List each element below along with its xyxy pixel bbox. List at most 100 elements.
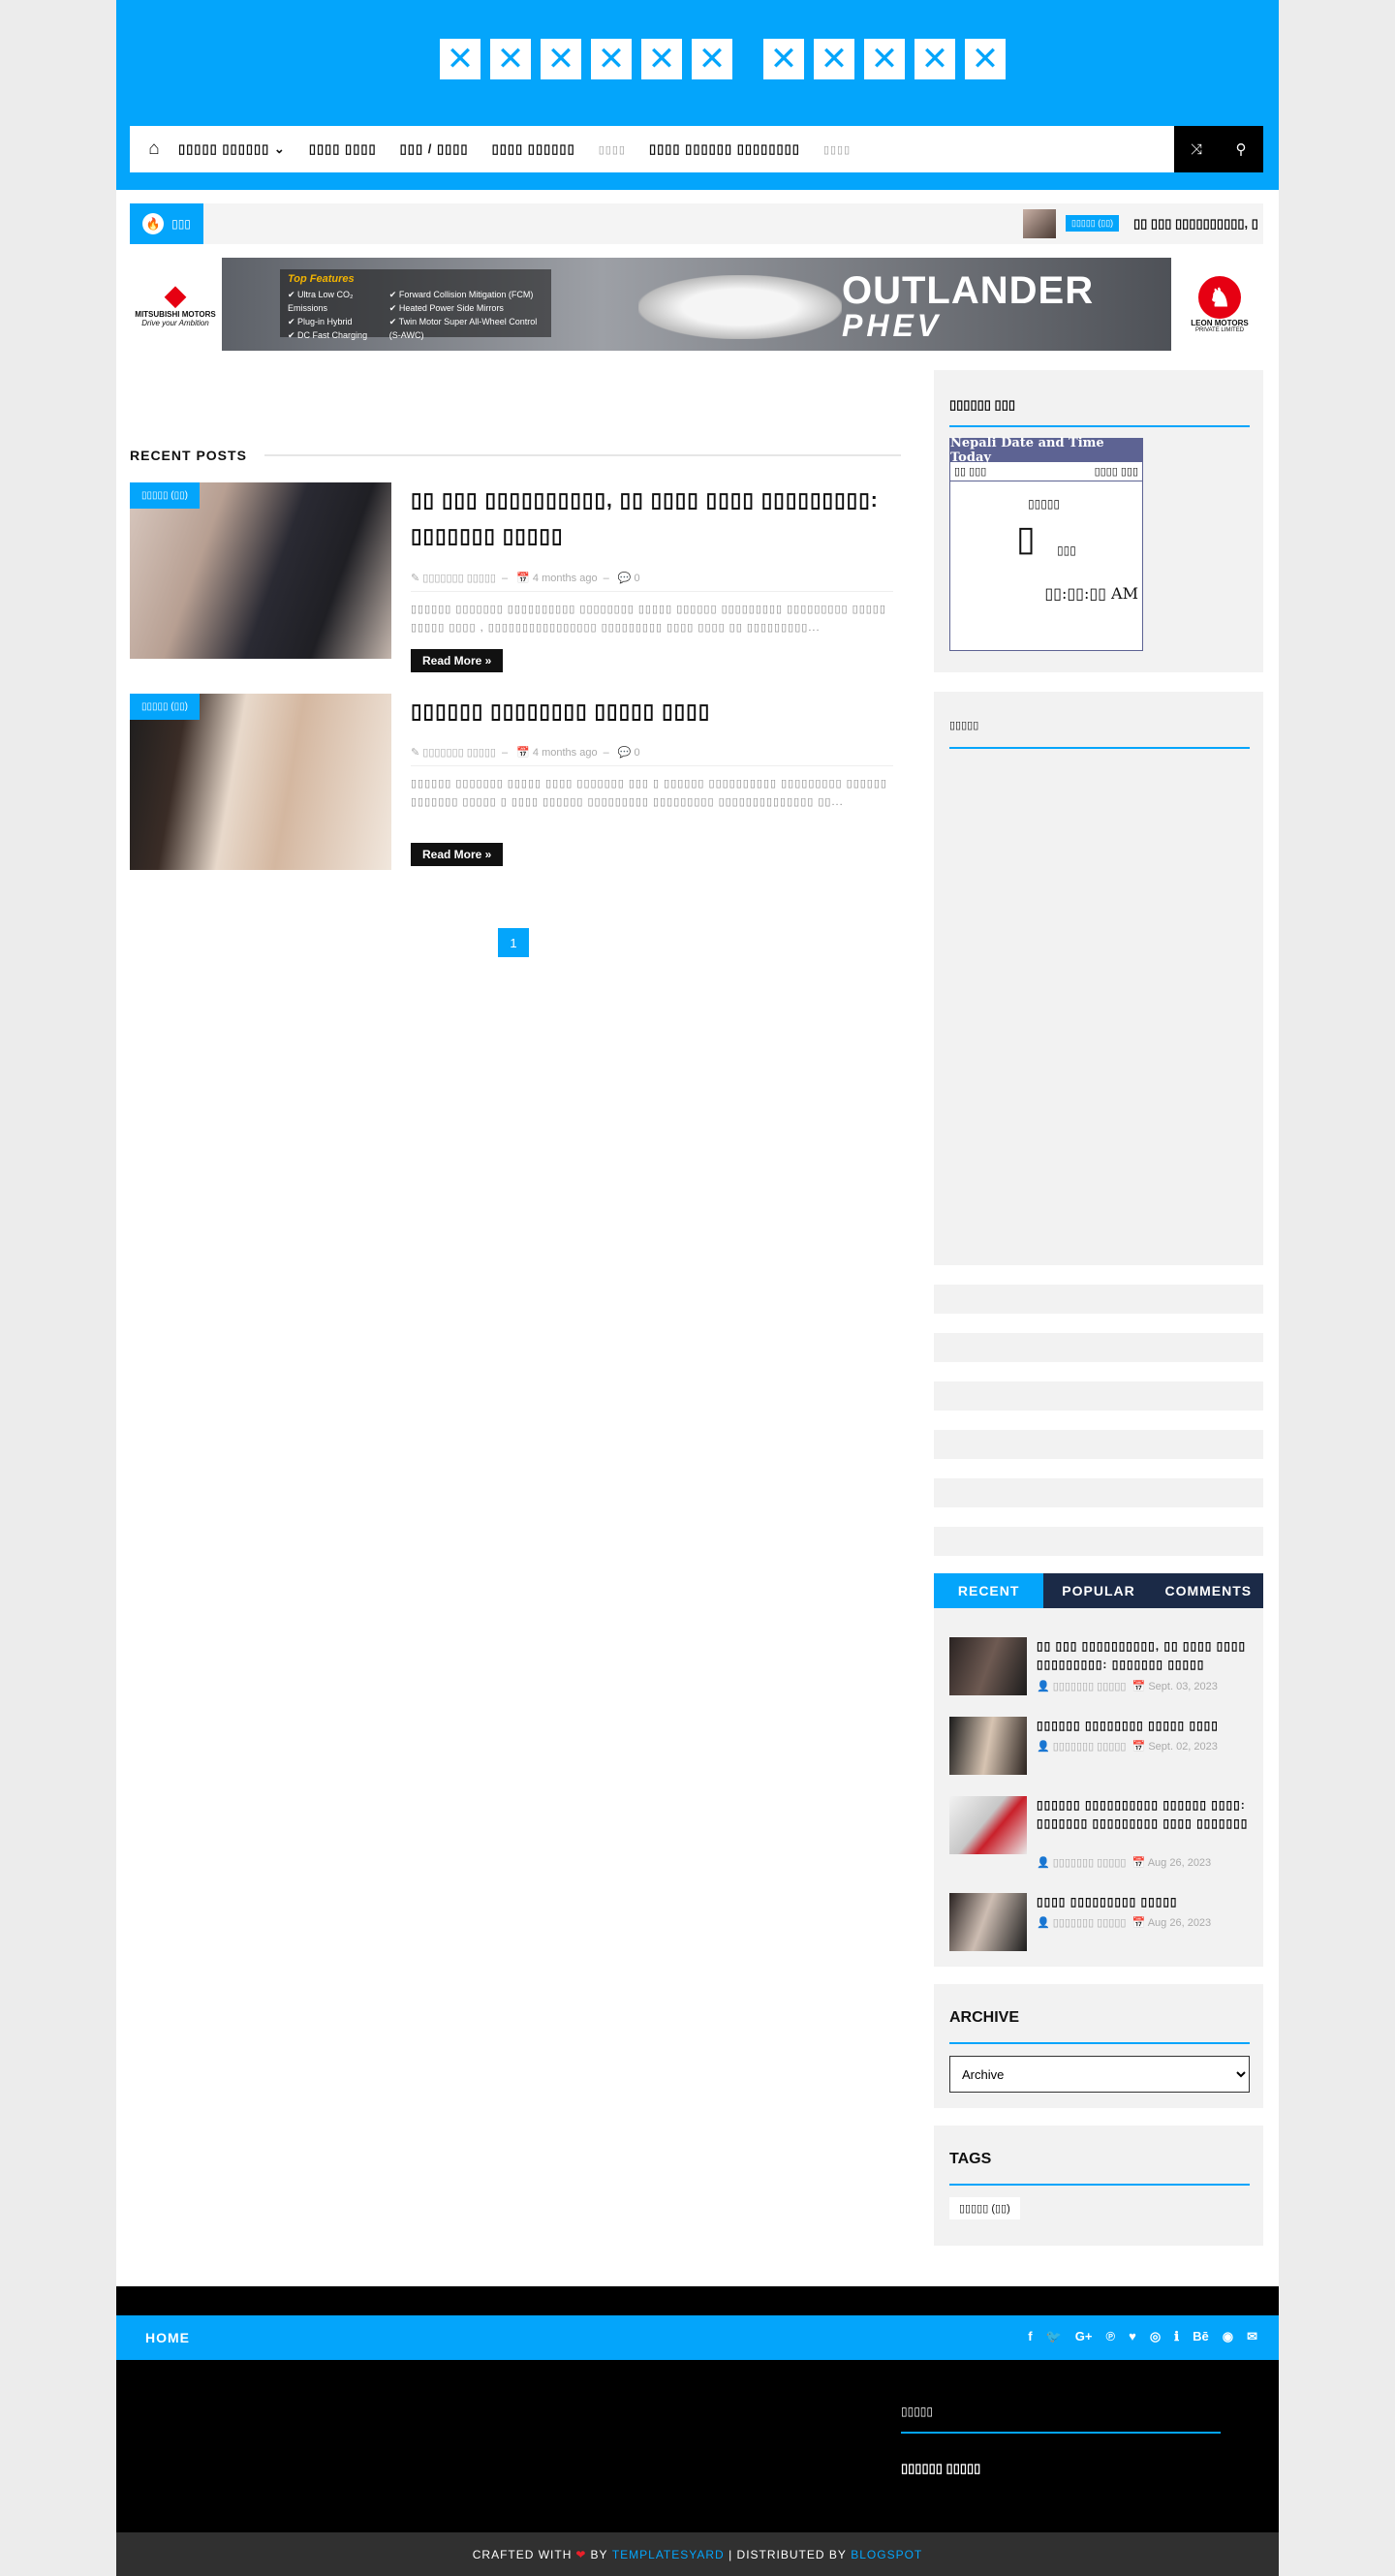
logo-glyph: ✕ [440, 39, 480, 79]
post-title[interactable]: ▯▯▯▯▯▯ ▯▯▯▯▯▯▯▯ ▯▯▯▯▯ ▯▯▯▯ [411, 694, 895, 729]
logo-glyph: ✕ [965, 39, 1006, 79]
dt-month: ▯▯▯ [1057, 543, 1076, 557]
logo-glyph: ✕ [591, 39, 632, 79]
nav-item[interactable]: ▯▯▯▯ ▯▯▯▯ [309, 141, 377, 157]
site-logo[interactable]: ✕ ✕ ✕ ✕ ✕ ✕ ✕ ✕ ✕ ✕ ✕ [440, 39, 1006, 81]
by-text: BY [590, 2547, 608, 2561]
templatesyard-link[interactable]: TEMPLATESYARD [612, 2548, 725, 2561]
post-category[interactable]: ▯▯▯▯▯ (▯▯) [130, 694, 200, 720]
header: ✕ ✕ ✕ ✕ ✕ ✕ ✕ ✕ ✕ ✕ ✕ ⌂ ▯▯▯▯▯ ▯▯▯▯▯▯ ⌄ ▯▯▯▯ ▯▯▯▯ ▯▯▯… [116, 0, 1279, 190]
home-icon[interactable]: ⌂ [130, 126, 178, 172]
lion-icon: ♞ [1198, 275, 1241, 319]
archive-select[interactable]: Archive [949, 2056, 1250, 2093]
widget-underline [949, 425, 1250, 427]
tab-recent[interactable]: RECENT [934, 1573, 1044, 1608]
widget-underline [949, 2042, 1250, 2044]
ticker-category[interactable]: ▯▯▯▯▯ (▯▯) [1066, 215, 1120, 232]
nav-item[interactable]: ▯▯▯▯ ▯▯▯▯▯▯ ▯▯▯▯▯▯▯▯ [649, 141, 800, 157]
copyright-bar: CRAFTED WITH ❤ BY TEMPLATESYARD | DISTRI… [116, 2532, 1279, 2576]
dt-row: ▯▯ ▯▯▯ ▯▯▯▯ ▯▯▯ [950, 462, 1142, 481]
ticker-headline[interactable]: ▯▯ ▯▯▯ ▯▯▯▯▯▯▯▯▯▯, ▯ [1133, 216, 1263, 232]
nav-item[interactable]: ▯▯▯▯ [823, 143, 851, 156]
empty-widget [934, 1333, 1263, 1362]
recent-title[interactable]: ▯▯▯▯▯▯ ▯▯▯▯▯▯▯▯ ▯▯▯▯▯ ▯▯▯▯ [1037, 1717, 1250, 1735]
social-icon[interactable]: ℗ [1106, 2329, 1116, 2344]
post-author[interactable]: ✎ ▯▯▯▯▯▯▯ ▯▯▯▯▯ [411, 573, 496, 584]
recent-title[interactable]: ▯▯ ▯▯▯ ▯▯▯▯▯▯▯▯▯▯, ▯▯ ▯▯▯▯ ▯▯▯▯ ▯▯▯▯▯▯▯▯… [1037, 1637, 1250, 1674]
logo-glyph: ✕ [541, 39, 581, 79]
outlander-banner: Top Features ✔ Ultra Low CO₂ Emissions ✔ … [222, 258, 1171, 351]
recent-date: 📅 Sept. 03, 2023 [1132, 1681, 1218, 1692]
post-comments[interactable]: 💬 0 [618, 747, 640, 759]
logo-glyph: ✕ [490, 39, 531, 79]
recent-thumbnail[interactable] [949, 1637, 1027, 1695]
recent-list: ▯▯ ▯▯▯ ▯▯▯▯▯▯▯▯▯▯, ▯▯ ▯▯▯▯ ▯▯▯▯ ▯▯▯▯▯▯▯▯… [934, 1608, 1263, 1967]
empty-widget [934, 1430, 1263, 1459]
meta-divider [411, 765, 893, 766]
read-more-button[interactable]: Read More » [411, 843, 504, 866]
nav-item[interactable]: ▯▯▯▯ [599, 143, 626, 156]
social-icon[interactable]: ✉ [1247, 2329, 1257, 2344]
ticker-thumbnail[interactable] [1023, 209, 1056, 238]
news-ticker: 🔥 ▯▯▯ ▯▯▯▯▯ (▯▯) ▯▯ ▯▯▯ ▯▯▯▯▯▯▯▯▯▯, ▯ [130, 203, 1263, 244]
post-category[interactable]: ▯▯▯▯▯ (▯▯) [130, 482, 200, 509]
tag-item[interactable]: ▯▯▯▯▯ (▯▯) [949, 2197, 1020, 2219]
post-thumbnail[interactable] [130, 482, 391, 659]
read-more-button[interactable]: Read More » [411, 649, 504, 672]
empty-widget [934, 1478, 1263, 1507]
recent-author[interactable]: 👤 ▯▯▯▯▯▯▯ ▯▯▯▯▯ [1037, 1857, 1126, 1869]
social-icon[interactable]: ♥ [1129, 2329, 1136, 2344]
social-icon[interactable]: ◉ [1223, 2329, 1233, 2344]
post-author[interactable]: ✎ ▯▯▯▯▯▯▯ ▯▯▯▯▯ [411, 747, 496, 759]
widget-title: ▯▯▯▯▯ [949, 720, 979, 731]
dt-date: ▯ [1016, 518, 1036, 558]
post-date: 📅 4 months ago [516, 747, 598, 759]
tab-popular[interactable]: POPULAR [1043, 1573, 1153, 1608]
features-box: Top Features ✔ Ultra Low CO₂ Emissions ✔ … [280, 269, 551, 340]
footer-widget-title: ▯▯▯▯▯ [901, 2405, 934, 2418]
post-thumbnail[interactable] [130, 694, 391, 870]
recent-thumbnail[interactable] [949, 1893, 1027, 1951]
recent-author[interactable]: 👤 ▯▯▯▯▯▯▯ ▯▯▯▯▯ [1037, 1917, 1126, 1929]
post-title[interactable]: ▯▯ ▯▯▯ ▯▯▯▯▯▯▯▯▯▯, ▯▯ ▯▯▯▯ ▯▯▯▯ ▯▯▯▯▯▯▯▯… [411, 482, 895, 554]
social-icon[interactable]: f [1028, 2329, 1032, 2344]
archive-title: ARCHIVE [949, 2009, 1020, 2026]
feature-item: ✔ Heated Power Side Mirrors [388, 303, 504, 313]
shuffle-icon[interactable]: ⤨ [1174, 126, 1219, 172]
feature-item: ✔ Ultra Low CO₂ Emissions [288, 290, 354, 313]
recent-author[interactable]: 👤 ▯▯▯▯▯▯▯ ▯▯▯▯▯ [1037, 1681, 1126, 1692]
mitsubishi-logo: ◆ MITSUBISHI MOTORS Drive your Ambition [130, 258, 221, 351]
crafted-text: CRAFTED WITH [472, 2547, 573, 2561]
social-icon[interactable]: ◎ [1150, 2329, 1161, 2344]
dt-time: ▯▯:▯▯:▯▯ AM [1044, 584, 1138, 603]
post-meta: ✎ ▯▯▯▯▯▯▯ ▯▯▯▯▯ – 📅 4 months ago – 💬 0 [411, 747, 640, 759]
footer-bar: HOME f 🐦 G+ ℗ ♥ ◎ ℹ Bē ◉ ✉ [116, 2315, 1279, 2360]
post-date: 📅 4 months ago [516, 573, 598, 584]
footer-link[interactable]: ▯▯▯▯▯▯ ▯▯▯▯▯ [901, 2461, 980, 2476]
blogspot-link[interactable]: BLOGSPOT [851, 2548, 922, 2561]
nav-item[interactable]: ▯▯▯▯▯ ▯▯▯▯▯▯ ⌄ [178, 141, 286, 157]
footer-home-link[interactable]: HOME [145, 2330, 190, 2345]
page-number-1[interactable]: 1 [498, 928, 529, 957]
social-icon[interactable]: ℹ [1174, 2329, 1179, 2344]
recent-title[interactable]: ▯▯▯▯▯▯ ▯▯▯▯▯▯▯▯▯▯ ▯▯▯▯▯▯ ▯▯▯▯: ▯▯▯▯▯▯▯ ▯… [1037, 1796, 1250, 1833]
tab-comments[interactable]: COMMENTS [1154, 1573, 1263, 1608]
social-icon[interactable]: G+ [1075, 2329, 1093, 2344]
ticker-label-text: ▯▯▯ [171, 217, 191, 231]
recent-thumbnail[interactable] [949, 1717, 1027, 1775]
social-icon[interactable]: Bē [1193, 2329, 1209, 2344]
page-wrapper: ✕ ✕ ✕ ✕ ✕ ✕ ✕ ✕ ✕ ✕ ✕ ⌂ ▯▯▯▯▯ ▯▯▯▯▯▯ ⌄ ▯▯▯▯ ▯▯▯▯ ▯▯▯… [116, 0, 1279, 2576]
footer-top [116, 2286, 1279, 2315]
nav-item[interactable]: ▯▯▯▯ ▯▯▯▯▯▯ [492, 141, 575, 157]
post-comments[interactable]: 💬 0 [618, 573, 640, 584]
recent-meta: 👤 ▯▯▯▯▯▯▯ ▯▯▯▯▯ 📅 Sept. 03, 2023 [1037, 1680, 1218, 1692]
recent-posts-heading: RECENT POSTS [130, 448, 901, 463]
social-icon[interactable]: 🐦 [1046, 2329, 1062, 2344]
recent-author[interactable]: 👤 ▯▯▯▯▯▯▯ ▯▯▯▯▯ [1037, 1741, 1126, 1753]
ad-banner[interactable]: ◆ MITSUBISHI MOTORS Drive your Ambition … [130, 258, 1263, 351]
nav-item[interactable]: ▯▯▯ / ▯▯▯▯ [400, 141, 469, 157]
recent-title[interactable]: ▯▯▯▯ ▯▯▯▯▯▯▯▯▯ ▯▯▯▯▯ [1037, 1893, 1250, 1911]
car-image [638, 275, 842, 339]
recent-thumbnail[interactable] [949, 1796, 1027, 1854]
search-icon[interactable]: ⚲ [1219, 126, 1263, 172]
